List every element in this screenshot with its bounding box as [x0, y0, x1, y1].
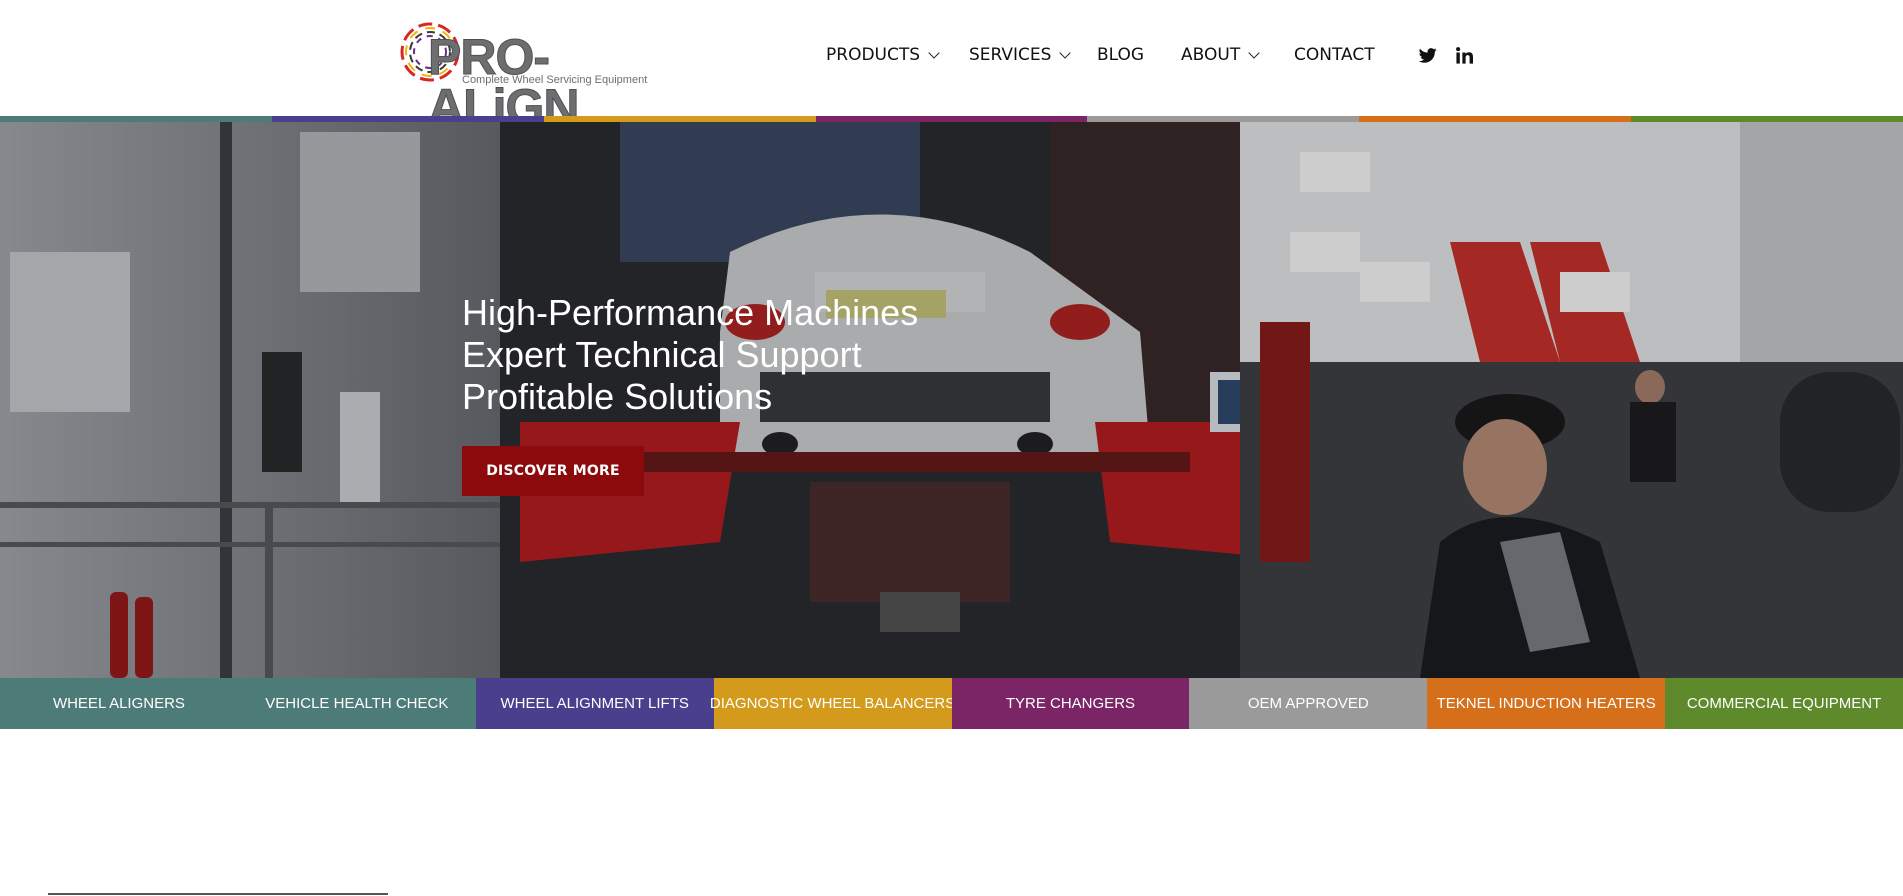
nav-services[interactable]: SERVICES — [969, 40, 1072, 70]
category-bar: WHEEL ALIGNERS VEHICLE HEALTH CHECK WHEE… — [0, 678, 1903, 729]
category-wheel-aligners[interactable]: WHEEL ALIGNERS — [0, 678, 238, 729]
nav-services-label: SERVICES — [969, 45, 1052, 65]
hero-headline: High-Performance Machines Expert Technic… — [462, 292, 918, 418]
nav-about[interactable]: ABOUT — [1181, 40, 1260, 70]
category-oem-approved[interactable]: OEM APPROVED — [1189, 678, 1428, 729]
linkedin-icon[interactable] — [1454, 44, 1474, 66]
pro-align-logo[interactable]: PRO-ALiGN Complete Wheel Servicing Equip… — [398, 18, 647, 133]
category-diagnostic-wheel-balancers[interactable]: DIAGNOSTIC WHEEL BALANCERS — [710, 678, 955, 729]
bottom-divider — [48, 893, 388, 895]
site-header: PRO-ALiGN Complete Wheel Servicing Equip… — [0, 0, 1903, 133]
nav-about-label: ABOUT — [1181, 45, 1241, 65]
hero-overlay — [0, 122, 1903, 678]
logo-tagline: Complete Wheel Servicing Equipment — [462, 74, 648, 86]
hero-headline-line-3: Profitable Solutions — [462, 376, 773, 417]
discover-more-button[interactable]: DISCOVER MORE — [462, 446, 644, 496]
nav-products[interactable]: PRODUCTS — [826, 40, 940, 70]
nav-blog-label: BLOG — [1097, 45, 1145, 65]
hero-headline-line-2: Expert Technical Support — [462, 334, 862, 375]
category-vehicle-health-check[interactable]: VEHICLE HEALTH CHECK — [237, 678, 476, 729]
chevron-down-icon — [1059, 46, 1072, 59]
hero-headline-line-1: High-Performance Machines — [462, 292, 919, 333]
category-teknel-induction-heaters[interactable]: TEKNEL INDUCTION HEATERS — [1427, 678, 1666, 729]
nav-contact[interactable]: CONTACT — [1294, 40, 1375, 70]
category-tyre-changers[interactable]: TYRE CHANGERS — [951, 678, 1190, 729]
nav-contact-label: CONTACT — [1294, 45, 1375, 65]
nav-products-label: PRODUCTS — [826, 45, 921, 65]
twitter-icon[interactable] — [1418, 44, 1438, 66]
chevron-down-icon — [1248, 46, 1260, 59]
nav-blog[interactable]: BLOG — [1097, 40, 1144, 70]
category-commercial-equipment[interactable]: COMMERCIAL EQUIPMENT — [1665, 678, 1903, 729]
hero-banner: High-Performance Machines Expert Technic… — [0, 122, 1903, 678]
category-wheel-alignment-lifts[interactable]: WHEEL ALIGNMENT LIFTS — [475, 678, 714, 729]
chevron-down-icon — [928, 46, 940, 59]
